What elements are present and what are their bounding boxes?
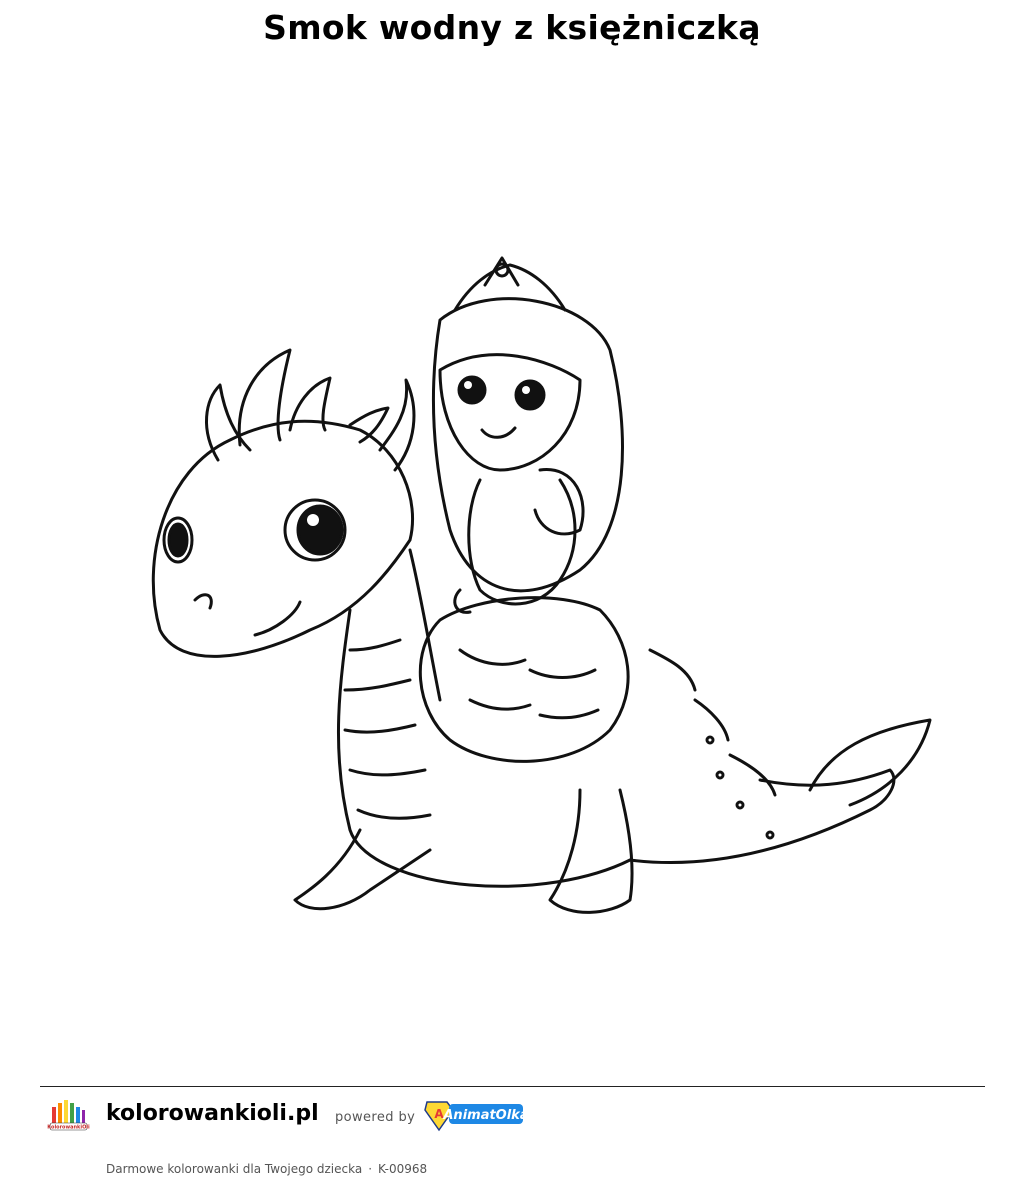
partner-logo-icon[interactable]: A AnimatOlka (423, 1096, 529, 1134)
site-logo-icon[interactable]: KolorowankiOli (44, 1093, 92, 1141)
princess-figure (418, 256, 630, 763)
footer-tagline: Darmowe kolorowanki dla Twojego dziecka (106, 1162, 363, 1176)
page-title: Smok wodny z księżniczką (263, 8, 761, 47)
footer-divider (40, 1086, 985, 1087)
footer-separator: · (368, 1162, 373, 1176)
svg-text:KolorowankiOli: KolorowankiOli (47, 1125, 90, 1131)
coloring-artwork (110, 230, 970, 990)
powered-by-label: powered by (335, 1110, 416, 1125)
coloring-code: K-00968 (378, 1162, 428, 1176)
dragon-figure (151, 348, 932, 914)
site-name[interactable]: kolorowankioli.pl (106, 1101, 319, 1126)
footer-note: Darmowe kolorowanki dla Twojego dziecka ·… (106, 1162, 427, 1176)
svg-text:AnimatOlka: AnimatOlka (442, 1108, 527, 1123)
